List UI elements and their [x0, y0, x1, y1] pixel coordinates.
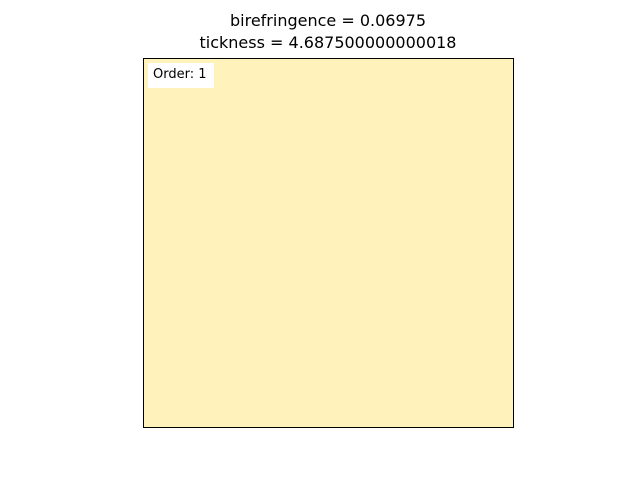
interference-color-plot: Order: 1	[143, 58, 514, 428]
chart-title: birefringence = 0.06975 tickness = 4.687…	[0, 10, 640, 54]
title-birefringence: birefringence = 0.06975	[230, 11, 426, 30]
title-thickness: tickness = 4.687500000000018	[199, 33, 457, 52]
order-annotation: Order: 1	[148, 63, 214, 88]
